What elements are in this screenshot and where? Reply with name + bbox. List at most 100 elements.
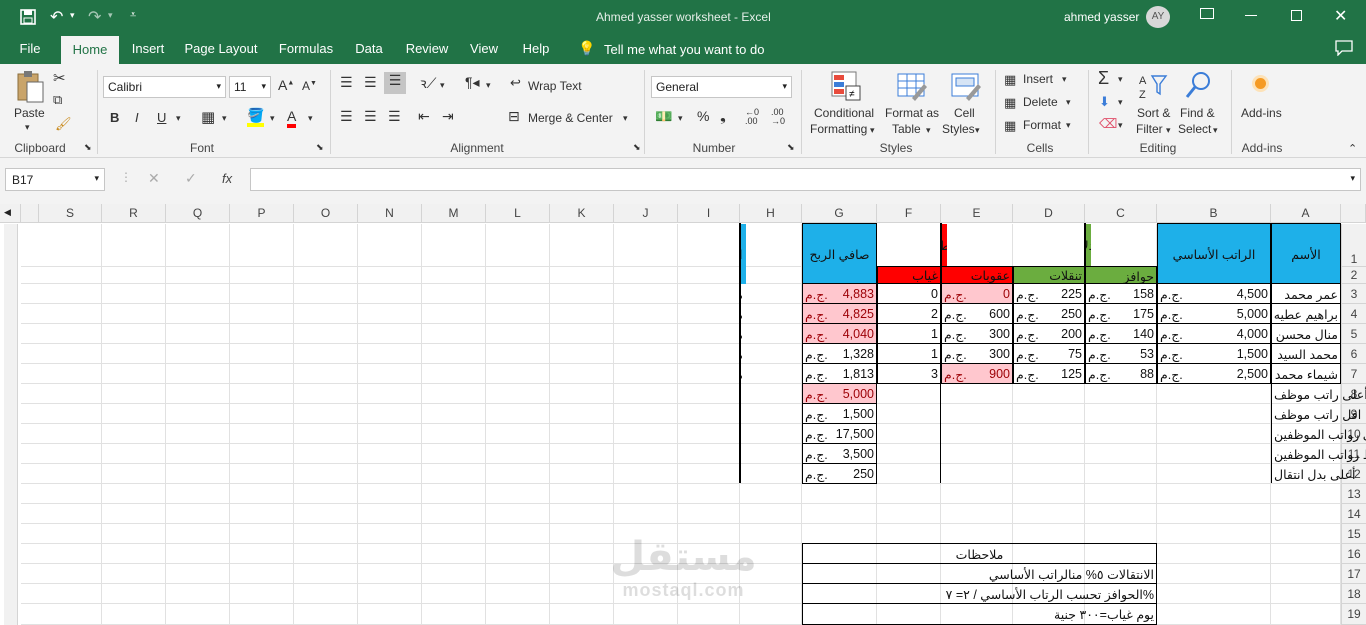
row-header-5[interactable]: 5: [1341, 324, 1366, 344]
accounting-format-icon[interactable]: 💵: [655, 108, 672, 125]
row-header-6[interactable]: 6: [1341, 344, 1366, 364]
format-cells-button[interactable]: Format: [1023, 118, 1061, 132]
increase-indent-icon[interactable]: ⇥: [442, 108, 454, 125]
delete-dropdown-icon[interactable]: ▾: [1066, 97, 1071, 108]
row-header-16[interactable]: 16: [1341, 544, 1366, 564]
name-box[interactable]: B17 ▾: [5, 168, 105, 191]
column-header-h[interactable]: H: [740, 204, 802, 223]
cell-styles-dropdown-icon[interactable]: ▾: [975, 125, 980, 136]
align-right-icon[interactable]: ☰: [388, 108, 401, 125]
format-as-table-button[interactable]: Format as: [885, 106, 939, 120]
column-header-e[interactable]: E: [941, 204, 1013, 223]
clear-dropdown-icon[interactable]: ▾: [1118, 120, 1123, 131]
font-name-select[interactable]: Calibri ▾: [103, 76, 226, 98]
addins-button[interactable]: Add-ins: [1241, 106, 1282, 120]
orientation-dropdown-icon[interactable]: ▾: [440, 80, 445, 91]
merge-dropdown-icon[interactable]: ▾: [623, 113, 628, 124]
fmt-table-dropdown-icon[interactable]: ▾: [926, 125, 931, 136]
sort-filter-button[interactable]: Sort &: [1137, 106, 1170, 120]
wrap-text-icon[interactable]: ↩: [510, 75, 521, 91]
increase-decimal-icon[interactable]: ←0.00: [745, 108, 759, 126]
underline-dropdown-icon[interactable]: ▾: [176, 113, 181, 124]
conditional-formatting-icon[interactable]: ≠: [830, 70, 862, 102]
insert-function-button[interactable]: fx: [222, 171, 232, 186]
find-select-button[interactable]: Find &: [1180, 106, 1215, 120]
increase-font-icon[interactable]: A▲: [278, 77, 294, 93]
row-header-13[interactable]: 13: [1341, 484, 1366, 504]
rtl-direction-icon[interactable]: ¶◂: [465, 74, 480, 91]
align-middle-icon[interactable]: ☰: [364, 74, 377, 91]
align-bottom-icon[interactable]: ☰: [384, 72, 406, 94]
decrease-font-icon[interactable]: A▼: [302, 79, 317, 93]
tell-me-search[interactable]: Tell me what you want to do: [604, 42, 764, 57]
row-header-17[interactable]: 17: [1341, 564, 1366, 584]
undo-icon[interactable]: ↶: [50, 7, 63, 27]
delete-cells-button[interactable]: Delete: [1023, 95, 1058, 109]
row-header-19[interactable]: 19: [1341, 604, 1366, 625]
format-as-table-icon[interactable]: [896, 70, 928, 102]
font-launcher-icon[interactable]: ⬊: [316, 142, 324, 153]
column-header-n[interactable]: N: [358, 204, 422, 223]
column-header-k[interactable]: K: [550, 204, 614, 223]
merge-center-button[interactable]: Merge & Center: [528, 111, 613, 125]
column-header-a[interactable]: A: [1271, 204, 1341, 223]
align-center-icon[interactable]: ☰: [364, 108, 377, 125]
cut-icon[interactable]: ✂: [53, 69, 66, 87]
collapse-ribbon-icon[interactable]: ⌃: [1348, 142, 1357, 155]
column-header-p[interactable]: P: [230, 204, 294, 223]
find-dropdown-icon[interactable]: ▾: [1213, 125, 1218, 136]
worksheet-grid[interactable]: ◀ SRQPONMLKJIHGFEDCBA 1 2 3 4 5 6 7 8 9 10 11 12 13 1…: [0, 204, 1366, 625]
tab-home[interactable]: Home: [61, 36, 119, 64]
customize-qat-icon[interactable]: ⩡: [130, 9, 136, 22]
save-icon[interactable]: [20, 9, 36, 25]
direction-dropdown-icon[interactable]: ▾: [486, 80, 491, 91]
decrease-indent-icon[interactable]: ⇤: [418, 108, 430, 125]
column-header-s[interactable]: S: [39, 204, 102, 223]
italic-button[interactable]: I: [135, 110, 139, 125]
orientation-icon[interactable]: ꝛ⟋: [420, 74, 436, 93]
autosum-dropdown-icon[interactable]: ▾: [1118, 74, 1123, 85]
column-header-r[interactable]: R: [102, 204, 166, 223]
align-left-icon[interactable]: ☰: [340, 108, 353, 125]
column-header-l[interactable]: L: [486, 204, 550, 223]
column-header-f[interactable]: F: [877, 204, 941, 223]
addins-icon[interactable]: [1255, 78, 1266, 89]
row-header-4[interactable]: 4: [1341, 304, 1366, 324]
undo-dropdown-icon[interactable]: ▾: [70, 10, 75, 21]
close-icon[interactable]: ✕: [1334, 6, 1347, 26]
underline-button[interactable]: U: [157, 110, 166, 125]
sort-dropdown-icon[interactable]: ▾: [1166, 125, 1171, 136]
clear-icon[interactable]: ⌫: [1099, 116, 1117, 132]
column-header-o[interactable]: O: [294, 204, 358, 223]
tab-view[interactable]: View: [467, 34, 501, 64]
avatar[interactable]: AY: [1146, 6, 1170, 28]
wrap-text-button[interactable]: Wrap Text: [528, 79, 582, 93]
select-all-corner[interactable]: [1341, 204, 1366, 223]
enter-icon[interactable]: ✓: [185, 170, 197, 187]
fill-icon[interactable]: ⬇: [1099, 94, 1110, 110]
cond-dropdown-icon[interactable]: ▾: [870, 125, 875, 136]
paste-button[interactable]: Paste: [14, 106, 45, 120]
accounting-dropdown-icon[interactable]: ▾: [678, 113, 683, 124]
insert-cells-button[interactable]: Insert: [1023, 72, 1053, 86]
tab-page-layout[interactable]: Page Layout: [183, 34, 259, 64]
redo-icon[interactable]: ↷: [88, 7, 101, 27]
font-color-icon[interactable]: A: [287, 108, 297, 128]
alignment-launcher-icon[interactable]: ⬊: [633, 142, 641, 153]
column-header-j[interactable]: J: [614, 204, 678, 223]
row-header-15[interactable]: 15: [1341, 524, 1366, 544]
row-header-2[interactable]: 2: [1341, 267, 1366, 284]
row-header-3[interactable]: 3: [1341, 284, 1366, 304]
fill-color-dropdown-icon[interactable]: ▾: [270, 113, 275, 124]
column-header-c[interactable]: C: [1085, 204, 1157, 223]
percent-icon[interactable]: %: [697, 108, 709, 124]
clipboard-launcher-icon[interactable]: ⬊: [84, 142, 92, 153]
tab-review[interactable]: Review: [402, 34, 452, 64]
copy-icon[interactable]: ⧉: [53, 92, 62, 108]
number-format-select[interactable]: General ▾: [651, 76, 792, 98]
restore-icon[interactable]: [1291, 10, 1302, 21]
borders-dropdown-icon[interactable]: ▾: [222, 113, 227, 124]
row-header-1[interactable]: 1: [1341, 224, 1366, 267]
borders-icon[interactable]: ▦: [201, 108, 215, 126]
align-top-icon[interactable]: ☰: [340, 74, 353, 91]
